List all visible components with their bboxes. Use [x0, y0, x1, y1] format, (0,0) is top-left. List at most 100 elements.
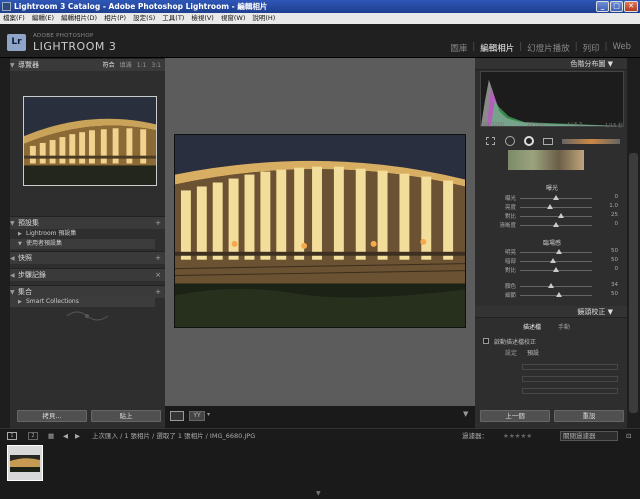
slider-knob[interactable] [548, 283, 554, 288]
back-arrow-icon[interactable]: ◀ [63, 429, 68, 443]
slider-track[interactable] [520, 207, 592, 208]
grid-view-icon[interactable]: ▦ [48, 429, 54, 443]
slider-value[interactable]: 0 [598, 194, 619, 200]
slider-knob[interactable] [553, 222, 559, 227]
filmstrip-thumbnail[interactable] [10, 455, 40, 472]
slider-track[interactable] [520, 261, 592, 262]
star-filter-icon[interactable]: ★★★★★ [503, 429, 532, 443]
filmstrip-lock-icon[interactable]: ⊡ [626, 429, 631, 443]
slider-value[interactable]: 34 [598, 282, 618, 288]
slider-row[interactable]: 對比 25 [478, 212, 626, 221]
view-dropdown-icon[interactable]: ▾ [207, 411, 210, 418]
add-preset-icon[interactable]: + [155, 217, 161, 230]
slider-knob[interactable] [553, 195, 559, 200]
slider-knob[interactable] [550, 258, 556, 263]
filmstrip-source-info[interactable]: 上次匯入 / 1 張相片 / 選取了 1 張相片 / IMG_6680.JPG [92, 429, 255, 443]
slider-row[interactable]: 清晰度 0 [478, 221, 626, 230]
close-button[interactable]: ✕ [624, 1, 638, 12]
slider-track[interactable] [520, 216, 592, 217]
lens-correction-header[interactable]: 鏡頭校正 ▼ [475, 306, 627, 318]
menu-settings[interactable]: 設定(S) [133, 13, 155, 24]
collection-smart-collections[interactable]: ▶ Smart Collections [10, 297, 155, 307]
menu-help[interactable]: 說明(H) [252, 13, 275, 24]
slider-row[interactable]: 暗部 50 [478, 257, 626, 266]
crop-tool-icon[interactable] [486, 137, 495, 145]
forward-arrow-icon[interactable]: ▶ [75, 429, 80, 443]
module-web[interactable]: Web [612, 42, 631, 54]
slider-knob[interactable] [547, 204, 553, 209]
slider-value[interactable]: 50 [598, 291, 618, 297]
menu-edit[interactable]: 編輯(E) [32, 13, 54, 24]
red-eye-icon[interactable] [524, 136, 534, 146]
zoom-fit[interactable]: 符合 [103, 59, 115, 72]
paste-settings-button[interactable]: 貼上 [91, 410, 161, 422]
maximize-button[interactable]: □ [610, 1, 623, 12]
histogram[interactable] [480, 71, 624, 127]
filmstrip-collapse-icon[interactable]: ▼ [316, 490, 321, 497]
spot-removal-icon[interactable] [505, 136, 515, 146]
before-after-view-icon[interactable]: YY [189, 411, 205, 421]
clear-history-icon[interactable]: × [155, 269, 161, 282]
add-snapshot-icon[interactable]: + [155, 252, 161, 265]
adjustment-brush-icon[interactable] [562, 139, 620, 144]
toolbar-menu-icon[interactable]: ▼ [463, 410, 468, 418]
slider-row[interactable]: 顏色 34 [478, 282, 626, 291]
navigator-header[interactable]: ▼ 導覽器 符合 填滿 1:1 3:1 [10, 58, 165, 71]
page-2-button[interactable]: 2 [28, 432, 38, 440]
main-photo[interactable] [174, 134, 466, 328]
slider-value[interactable]: 50 [598, 248, 618, 254]
slider-knob[interactable] [558, 213, 564, 218]
lens-tab-profile[interactable]: 描述檔 [523, 322, 541, 331]
slider-track[interactable] [520, 286, 592, 287]
right-panel-scrollbar[interactable] [627, 58, 640, 428]
module-print[interactable]: 列印 [583, 42, 600, 54]
history-header[interactable]: ◀ 步驟記錄 × [10, 268, 165, 281]
white-balance-swatch[interactable] [508, 150, 584, 170]
slider-value[interactable]: 0 [598, 221, 619, 227]
preset-folder-user[interactable]: ▼ 使用者預設集 [10, 239, 155, 249]
menu-file[interactable]: 檔案(F) [3, 13, 25, 24]
zoom-fill[interactable]: 填滿 [120, 59, 132, 72]
zoom-1-1[interactable]: 1:1 [137, 59, 147, 72]
snapshots-header[interactable]: ◀ 快照 + [10, 251, 165, 264]
slider-row[interactable]: 曝光 0 [478, 194, 626, 203]
module-develop[interactable]: 編輯相片 [480, 42, 514, 54]
preset-folder-lightroom[interactable]: ▶ Lightroom 預設集 [10, 229, 155, 239]
filter-preset-dropdown[interactable]: 關閉過濾器 [560, 431, 618, 441]
enable-profile-checkbox[interactable] [483, 338, 489, 344]
module-slideshow[interactable]: 幻燈片播放 [527, 42, 570, 54]
previous-button[interactable]: 上一個 [480, 410, 550, 422]
menu-view[interactable]: 檢視(V) [191, 13, 214, 24]
slider-row[interactable]: 亮度 1.0 [478, 203, 626, 212]
presets-header[interactable]: ▼ 預設集 + [10, 216, 165, 229]
slider-row[interactable]: 對比 0 [478, 266, 626, 275]
left-panel-edge[interactable] [0, 58, 10, 428]
zoom-3-1[interactable]: 3:1 [151, 59, 161, 72]
lens-tab-manual[interactable]: 手動 [558, 322, 570, 331]
page-1-button[interactable]: 1 [7, 432, 17, 440]
slider-value[interactable]: 50 [598, 257, 618, 263]
menu-photo[interactable]: 相片(P) [104, 13, 126, 24]
slider-value[interactable]: 25 [598, 212, 618, 218]
menu-tools[interactable]: 工具(T) [162, 13, 184, 24]
navigator-preview[interactable] [23, 96, 157, 186]
slider-knob[interactable] [556, 249, 562, 254]
graduated-filter-icon[interactable] [543, 138, 553, 145]
reset-button[interactable]: 重設 [554, 410, 624, 422]
slider-knob[interactable] [556, 292, 562, 297]
slider-row[interactable]: 明亮 50 [478, 248, 626, 257]
setup-dropdown[interactable]: 預設 [527, 348, 539, 357]
copy-settings-button[interactable]: 拷貝... [17, 410, 87, 422]
scrollbar-thumb[interactable] [629, 153, 638, 413]
menu-develop[interactable]: 編輯相片(D) [61, 13, 97, 24]
slider-row[interactable]: 細節 50 [478, 291, 626, 300]
slider-knob[interactable] [553, 267, 559, 272]
add-collection-icon[interactable]: + [155, 286, 161, 299]
minimize-button[interactable]: _ [596, 1, 609, 12]
loupe-view-icon[interactable] [170, 411, 184, 421]
slider-value[interactable]: 0 [598, 266, 619, 272]
slider-value[interactable]: 1.0 [598, 203, 618, 209]
histogram-header[interactable]: 色階分布圖 ▼ [475, 58, 627, 70]
menu-window[interactable]: 視窗(W) [221, 13, 246, 24]
module-library[interactable]: 圖庫 [450, 42, 467, 54]
